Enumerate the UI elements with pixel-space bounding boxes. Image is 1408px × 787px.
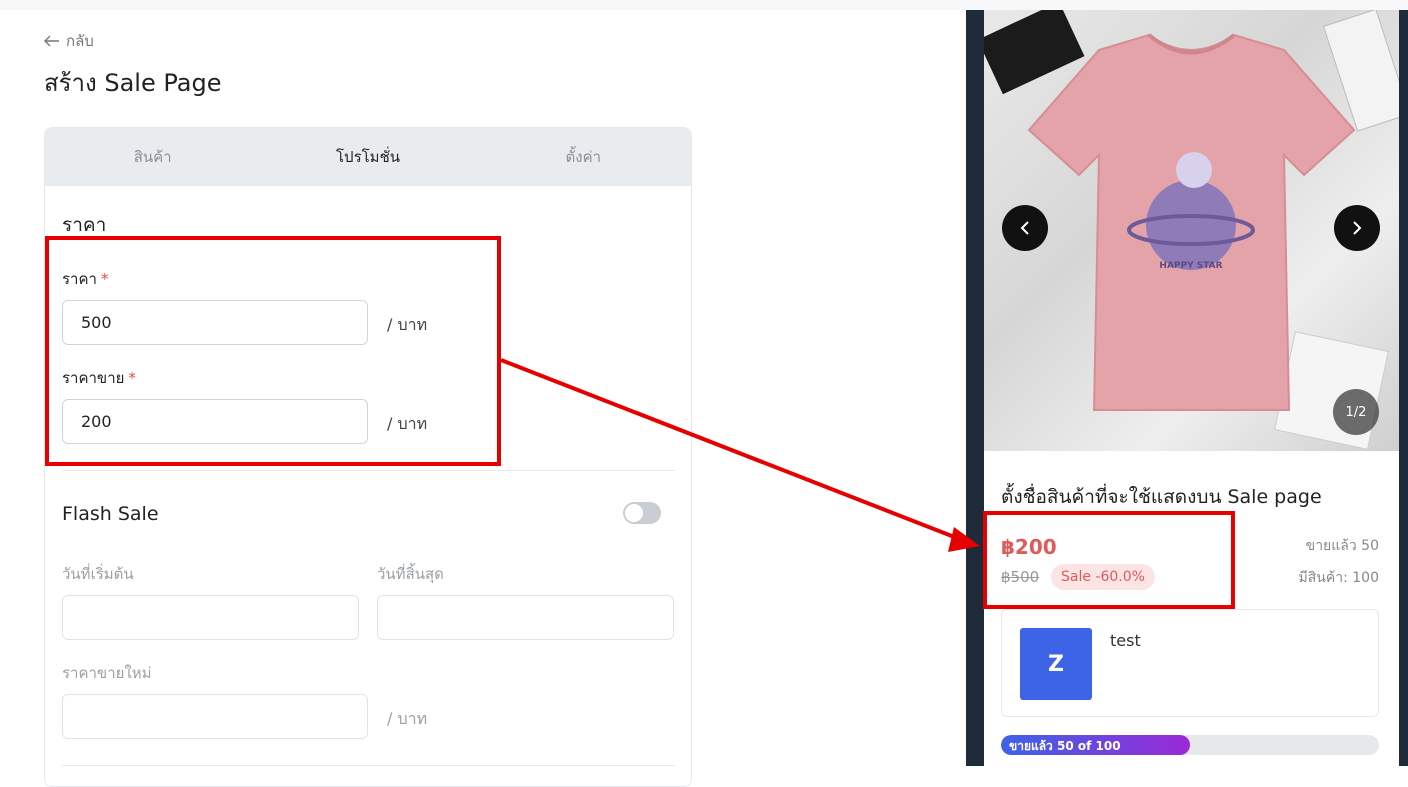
tab-product[interactable]: สินค้า [45,128,260,186]
product-image: HAPPY STAR 1/2 [984,10,1399,451]
mobile-preview: HAPPY STAR 1/2 ตั้งชื่อสินค้าที่จะใช้แสด… [966,10,1408,766]
shop-card[interactable]: Z test [1001,609,1379,717]
end-date-input[interactable] [377,595,674,640]
start-date-input[interactable] [62,595,359,640]
toggle-knob [625,504,643,522]
paper-card [1273,331,1389,450]
flash-sale-title: Flash Sale [62,503,159,525]
tshirt-text: HAPPY STAR [1159,261,1222,271]
flash-sale-toggle[interactable] [623,502,661,524]
divider [62,470,675,471]
tab-promotion[interactable]: โปรโมชั่น [260,128,475,186]
stock-count: มีสินค้า: 100 [1298,570,1379,586]
progress-label: ขายแล้ว 50 of 100 [1009,739,1121,753]
sold-count: ขายแล้ว 50 [1305,538,1379,554]
end-date-label: วันที่สิ้นสุด [377,565,444,583]
new-price-unit: / บาท [387,709,428,728]
bunny-head [1176,152,1212,188]
sales-progress-bar: ขายแล้ว 50 of 100 [1001,735,1379,755]
highlight-box-pricing [45,236,501,466]
page-title: สร้าง Sale Page [44,69,222,97]
clapperboard [984,10,1085,95]
avatar: Z [1020,628,1092,700]
image-counter: 1/2 [1333,389,1379,435]
back-link[interactable]: กลับ [44,29,94,53]
back-label: กลับ [66,32,94,50]
prev-image-button[interactable] [1002,205,1048,251]
preview-screen: HAPPY STAR 1/2 ตั้งชื่อสินค้าที่จะใช้แสด… [984,10,1399,766]
planet [1146,180,1236,270]
tab-bar: สินค้า โปรโมชั่น ตั้งค่า [45,128,691,186]
new-price-label: ราคาขายใหม่ [62,664,152,682]
product-name: ตั้งชื่อสินค้าที่จะใช้แสดงบน Sale page [1001,486,1322,508]
tab-settings[interactable]: ตั้งค่า [476,128,691,186]
start-date-label: วันที่เริ่มต้น [62,565,134,583]
arrow-left-icon [44,35,59,47]
highlight-box-price [983,511,1235,609]
top-bar [0,0,1408,10]
next-image-button[interactable] [1334,205,1380,251]
new-price-input[interactable] [62,694,368,739]
chevron-right-icon [1353,221,1362,235]
chevron-left-icon [1020,221,1029,235]
shop-name: test [1110,631,1141,650]
